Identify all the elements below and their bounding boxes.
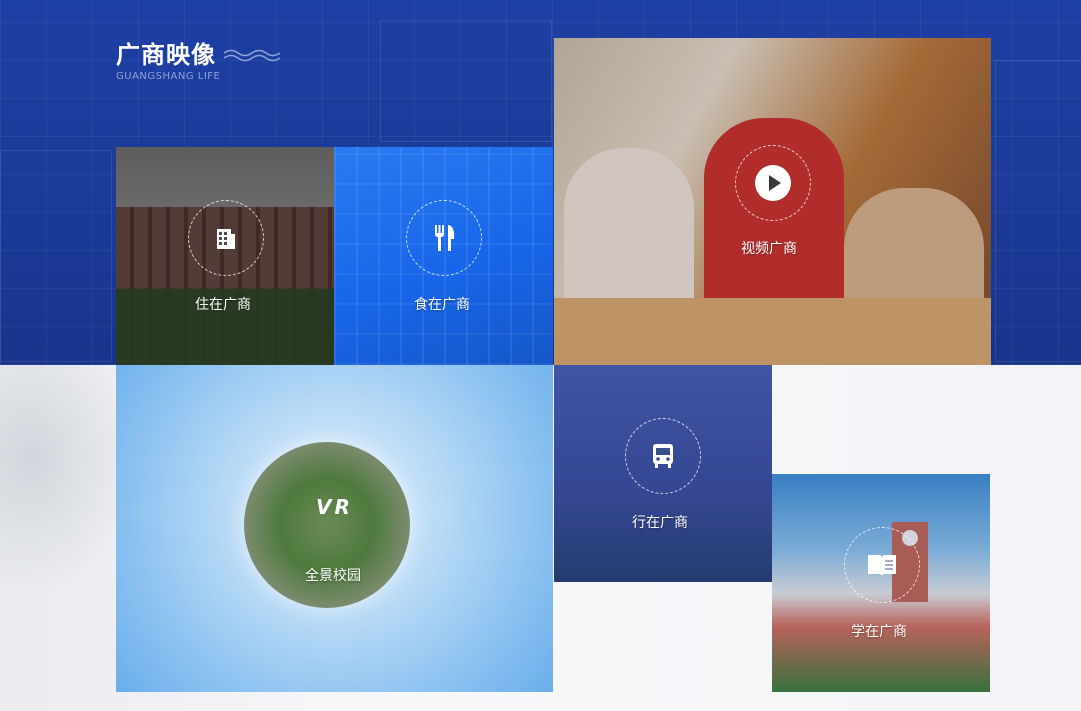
building-icon — [217, 229, 235, 249]
tile-icon-ring — [188, 200, 264, 276]
tile-transport[interactable]: 行在广商 — [554, 365, 772, 582]
tile-live[interactable]: 住在广商 — [116, 147, 334, 365]
tile-label: 视频广商 — [741, 241, 797, 257]
vr-badge: VR — [316, 495, 353, 519]
wave-decoration-icon — [224, 49, 280, 62]
tile-icon-ring — [406, 200, 482, 276]
fork-knife-icon — [435, 225, 455, 251]
section-title: 广商映像 — [116, 41, 216, 69]
bus-icon — [653, 444, 673, 468]
book-icon — [868, 555, 896, 576]
tile-icon-ring — [844, 527, 920, 603]
section-header: 广商映像 GUANGSHANG LIFE — [116, 40, 280, 82]
play-icon — [755, 165, 791, 201]
section-subtitle: GUANGSHANG LIFE — [116, 71, 221, 82]
tile-food[interactable]: 食在广商 — [334, 147, 553, 365]
tile-label: 全景校园 — [305, 568, 361, 584]
tile-label: 行在广商 — [632, 515, 688, 531]
tile-icon-ring — [625, 418, 701, 494]
tile-vr[interactable]: VR 全景校园 — [116, 365, 553, 692]
tile-label: 住在广商 — [195, 297, 251, 313]
tile-study[interactable]: 学在广商 — [772, 474, 990, 692]
tile-video[interactable]: 视频广商 — [554, 38, 991, 365]
play-button[interactable] — [735, 145, 811, 221]
tile-label: 食在广商 — [414, 297, 470, 313]
tile-label: 学在广商 — [851, 624, 907, 640]
